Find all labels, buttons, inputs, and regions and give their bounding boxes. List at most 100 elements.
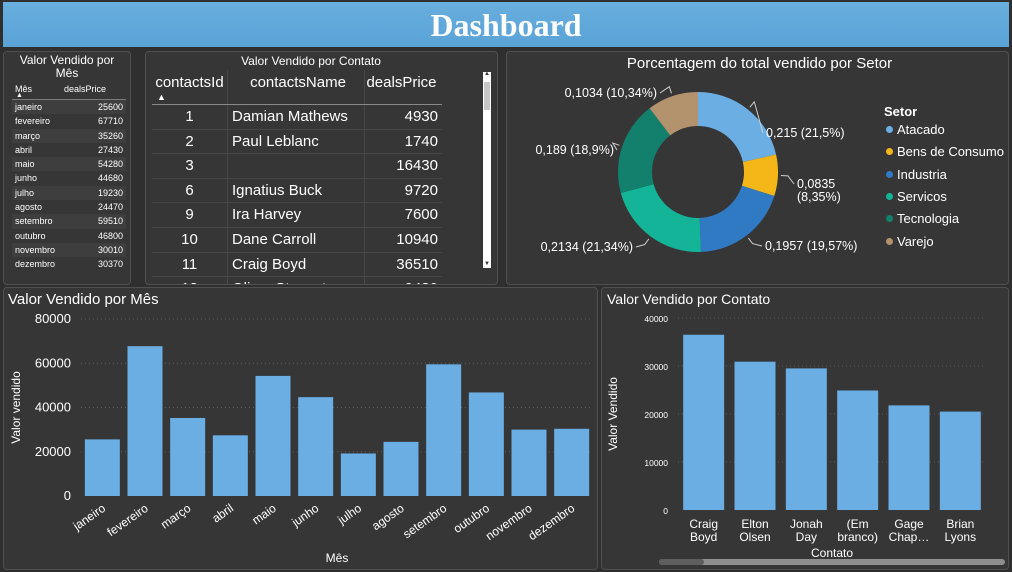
month-chart-title: Valor Vendido por Mês [8,291,159,308]
table-row[interactable]: 12Oliver Stewart9430 [152,277,442,284]
contact-id-cell: 1 [152,105,228,129]
legend-swatch [886,148,893,156]
bar[interactable] [84,439,120,496]
bar[interactable] [511,429,547,496]
sort-ascending-icon[interactable]: ▲ [157,92,166,102]
table-row[interactable]: novembro 30010 [12,242,126,258]
legend-item-tecnologia[interactable]: Tecnologia [886,211,959,226]
chart-scrollbar-thumb[interactable] [659,559,704,565]
legend-label: Industria [897,166,947,182]
bar[interactable] [683,334,725,510]
bar[interactable] [170,417,206,496]
contact-table-panel: Valor Vendido por Contato contactsId con… [145,51,498,285]
x-tick-label: (Em [847,517,869,531]
slice-leader-line [780,175,795,185]
x-tick-label: janeiro [70,501,109,534]
sort-ascending-icon[interactable]: ▲ [16,92,23,99]
month-bar-chart: 0 20000 40000 60000 80000 janeirofevereiro mar… [9,314,593,565]
table-scrollbar-track[interactable]: ▲ ▼ [483,71,491,269]
sector-donut-panel: Porcentagem do total vendido por Setor 0… [506,51,1009,285]
table-row[interactable]: 3 16430 [152,154,442,179]
bar[interactable] [340,453,376,496]
bar[interactable] [734,361,776,510]
bar[interactable] [554,428,590,496]
x-tick-label: Elton [741,517,768,531]
table-row[interactable]: abril 27430 [12,143,126,157]
slice-data-label: (8,35%) [797,190,841,204]
bar[interactable] [785,368,827,510]
table-row[interactable]: janeiro 25600 [12,100,126,115]
bar[interactable] [837,390,879,510]
table-row[interactable]: março 35260 [12,128,126,143]
x-tick-label: março [158,501,194,532]
col-header-price[interactable]: dealsPrice [64,83,126,99]
y-tick-label: 60000 [35,355,71,370]
contact-bar-panel: Valor Vendido por Contato 0 10000 20000 300… [601,287,1009,570]
price-cell: 54280 [97,159,123,170]
table-row[interactable]: 9 Ira Harvey 7600 [152,203,442,228]
y-tick-label: 0 [663,506,668,516]
month-cell: novembro [15,244,56,255]
table-row[interactable]: 11 Craig Boyd 36510 [152,252,442,278]
deals-price-cell: 16430 [396,157,438,175]
bar[interactable] [468,392,504,496]
table-row[interactable]: 10 Dane Carroll 10940 [152,227,442,253]
x-tick-label: Jonah [790,517,823,531]
table-row[interactable]: setembro 59510 [12,214,126,229]
bar[interactable] [255,375,291,496]
dashboard-header: Dashboard [3,2,1009,47]
slice-leader-line [659,85,672,94]
legend-swatch [886,126,893,133]
y-tick-label: 20000 [35,444,71,459]
table-row[interactable]: outubro 46800 [12,229,126,243]
month-cell: agosto [15,202,43,213]
table-row[interactable]: 6 Ignatius Buck 9720 [152,178,442,204]
chart-scrollbar-track[interactable] [659,559,1005,565]
bar[interactable] [426,364,462,496]
col-header-contacts-name[interactable]: contactsName [228,70,365,104]
table-row[interactable]: julho 19230 [12,185,126,201]
contact-id-cell: 10 [152,227,228,252]
bar[interactable] [212,435,248,496]
price-cell: 30370 [97,259,123,270]
x-tick-label: Brian [946,517,974,531]
legend-item-industria[interactable]: Industria [886,167,947,182]
slice-data-label: 0,0835 [797,177,835,191]
month-table: Mês dealsPrice ▲ janeiro 25600 fevereiro 67… [12,83,126,272]
month-cell: junho [15,173,38,184]
x-tick-label: Gage [894,517,924,531]
bar[interactable] [298,397,334,496]
table-row[interactable]: fevereiro 67710 [12,114,126,128]
table-row[interactable]: agosto 24470 [12,200,126,214]
donut-slice-atacado[interactable] [698,92,777,162]
legend-item-atacado[interactable]: Atacado [886,122,945,137]
scroll-up-icon[interactable]: ▲ [483,71,491,79]
scroll-down-icon[interactable]: ▼ [483,261,491,269]
month-table-panel: Valor Vendido por Mês Mês dealsPrice ▲ j… [3,51,131,285]
table-row[interactable]: dezembro 30370 [12,257,126,271]
price-cell: 59510 [97,216,123,227]
price-cell: 25600 [97,102,123,112]
month-cell: janeiro [15,102,43,112]
x-tick-label: Olsen [739,530,770,544]
bar[interactable] [127,346,163,496]
y-tick-label: 80000 [35,314,71,326]
col-header-deals-price[interactable]: dealsPrice [365,70,442,104]
bar[interactable] [939,411,981,510]
y-tick-label: 40000 [35,400,71,415]
table-row[interactable]: maio 54280 [12,157,126,172]
legend-item-bens-de-consumo[interactable]: Bens de Consumo [886,144,1004,159]
donut-legend: Setor Atacado Bens de Consumo Industria Ser… [884,104,1006,254]
table-row[interactable]: junho 44680 [12,171,126,185]
legend-item-varejo[interactable]: Varejo [886,234,934,249]
y-tick-label: 0 [64,488,71,503]
y-tick-label: 20000 [644,410,668,420]
table-row[interactable]: 1 Damian Mathews 4930 [152,105,442,130]
donut-slice-industria[interactable] [699,185,775,252]
bar[interactable] [383,441,419,496]
bar[interactable] [888,405,930,510]
legend-item-servicos[interactable]: Servicos [886,189,947,204]
contact-name-cell [228,154,365,178]
table-row[interactable]: 2 Paul Leblanc 1740 [152,129,442,155]
table-scrollbar-thumb[interactable] [484,82,490,110]
